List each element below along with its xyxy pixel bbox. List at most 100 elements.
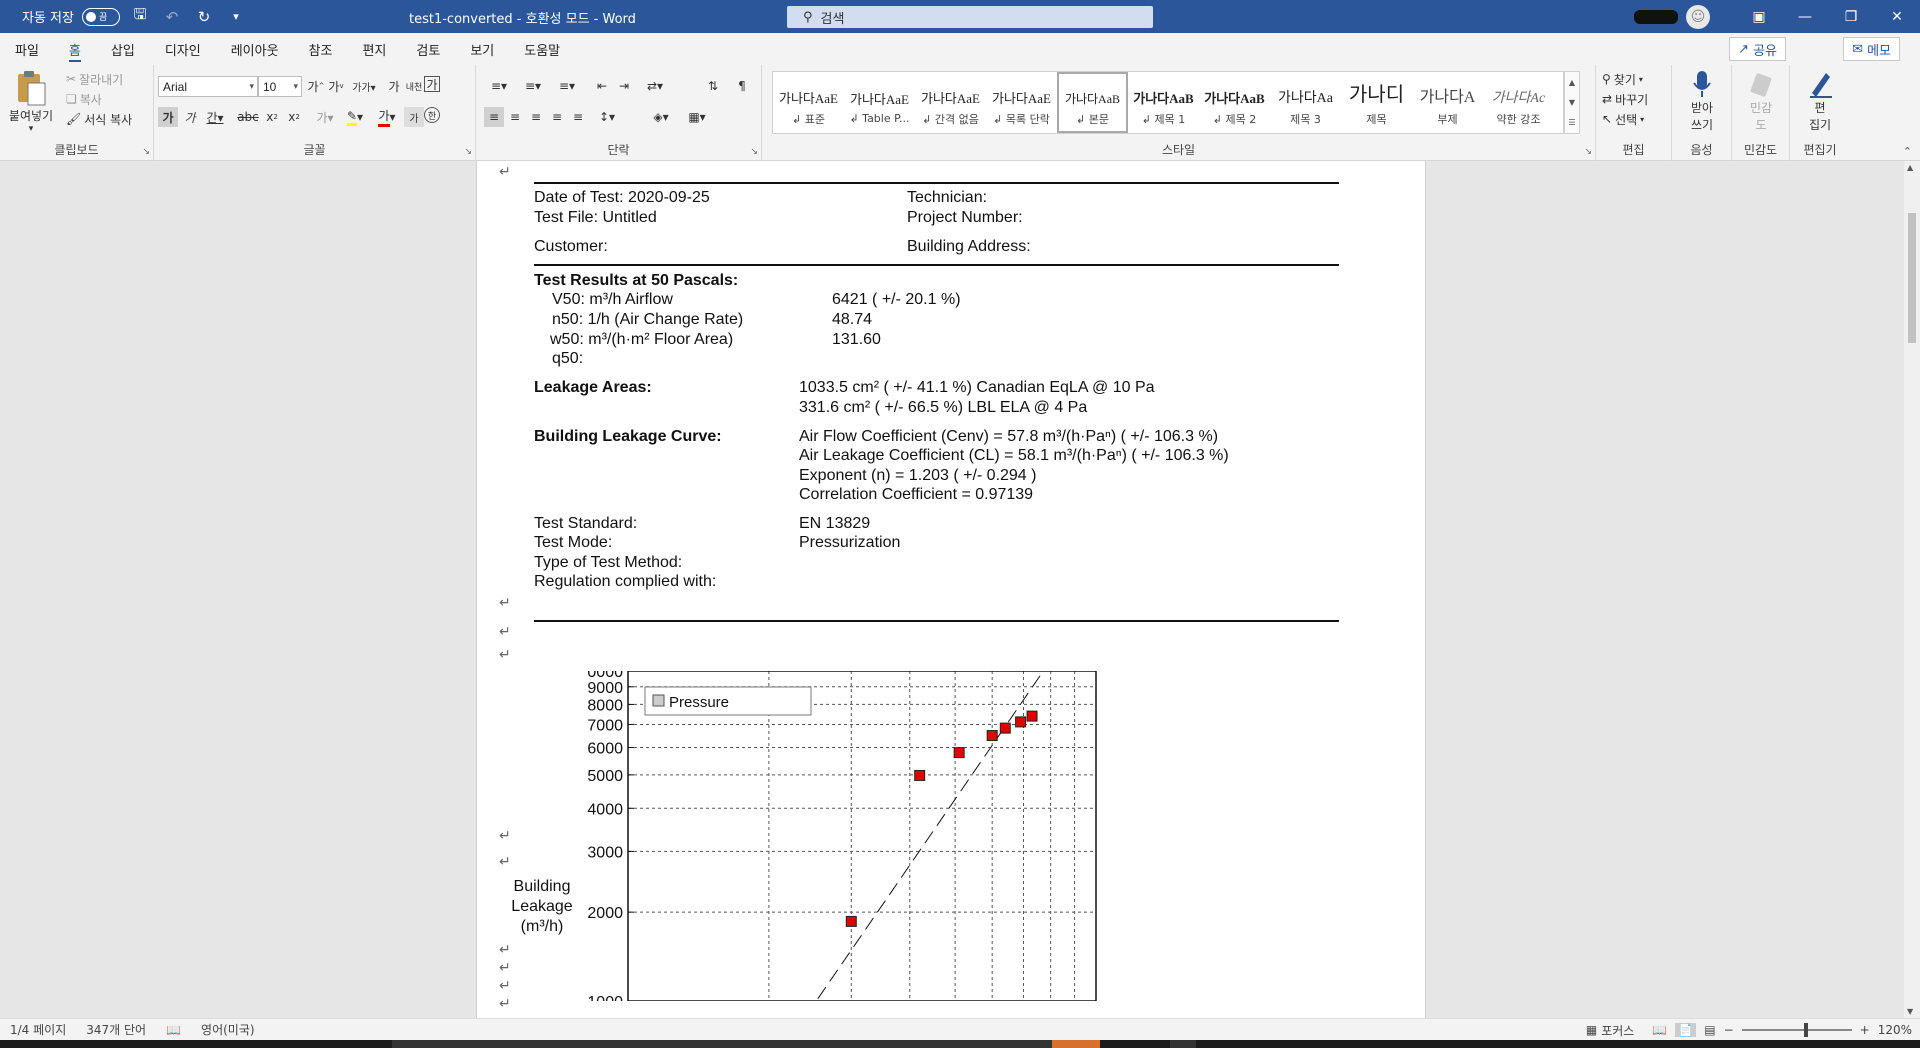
shading-icon[interactable]: ◈▾ [648, 107, 674, 127]
styles-group: 스타일 ↘ [762, 65, 1596, 161]
search-box[interactable]: ⚲ 검색 [787, 6, 1153, 28]
zoom-out-icon[interactable]: − [1724, 1023, 1734, 1037]
comments-button[interactable]: ✉ 메모 [1843, 37, 1900, 61]
replace-button[interactable]: ⇄ 바꾸기 [1602, 89, 1648, 109]
font-size-combo[interactable]: 10 ▾ [258, 76, 302, 97]
data-point [1015, 716, 1027, 728]
enclose-char-icon[interactable]: 가 [424, 76, 440, 92]
avatar[interactable]: ☺ [1686, 4, 1710, 29]
dialog-launcher-icon[interactable]: ↘ [142, 147, 150, 157]
taskbar-app[interactable] [1170, 1040, 1196, 1048]
distributed-button[interactable]: ≡ [568, 107, 588, 127]
format-painter-button[interactable]: 🖌 서식 복사 [66, 109, 132, 129]
bold-button[interactable]: 가 [158, 107, 178, 127]
print-layout-icon[interactable]: 📄 [1675, 1023, 1697, 1037]
tab-mailings[interactable]: 편지 [347, 33, 401, 65]
tab-help[interactable]: 도움말 [509, 33, 575, 65]
align-right-button[interactable]: ≡ [526, 107, 546, 127]
bullets-icon[interactable]: ≡▾ [486, 76, 512, 96]
autosave-toggle[interactable]: 끔 [81, 7, 120, 26]
show-marks-icon[interactable]: ¶ [732, 76, 752, 96]
document-page[interactable]: ↵ Date of Test: 2020-09-25 Test File: Un… [476, 161, 1426, 1018]
proofing-icon[interactable]: 📖 [156, 1023, 191, 1037]
document-area: ↵ Date of Test: 2020-09-25 Test File: Un… [0, 161, 1904, 1018]
underline-button[interactable]: 간▾ [202, 107, 228, 127]
tab-layout[interactable]: 레이아웃 [216, 33, 294, 65]
find-button[interactable]: ⚲ 찾기 ▾ [1602, 69, 1648, 89]
vertical-scrollbar[interactable]: ▲ ▼ [1904, 161, 1920, 1018]
chevron-down-icon: ▾ [293, 81, 298, 91]
zoom-in-icon[interactable]: + [1860, 1023, 1870, 1037]
undo-icon[interactable]: ↶ [160, 6, 184, 28]
align-center-button[interactable]: ≡ [505, 107, 525, 127]
tab-references[interactable]: 참조 [294, 33, 348, 65]
tab-file[interactable]: 파일 [0, 33, 54, 65]
increase-indent-icon[interactable]: ⇥ [614, 76, 634, 96]
share-button[interactable]: ↗ 공유 [1729, 37, 1786, 61]
word-count[interactable]: 347개 단어 [76, 1021, 156, 1038]
superscript-button[interactable]: x2 [284, 107, 304, 127]
clear-formatting-icon[interactable]: 가 [384, 76, 404, 96]
tab-insert[interactable]: 삽입 [96, 33, 150, 65]
editor-button[interactable]: 편 집기 [1796, 69, 1844, 133]
select-button[interactable]: ↖ 선택 ▾ [1602, 109, 1648, 129]
justify-button[interactable]: ≡ [547, 107, 567, 127]
read-mode-icon[interactable]: 📖 [1652, 1023, 1667, 1037]
borders-icon[interactable]: ▦▾ [684, 107, 710, 127]
web-layout-icon[interactable]: ▤ [1704, 1023, 1715, 1037]
italic-button[interactable]: 가 [180, 107, 200, 127]
focus-button[interactable]: ▦ 포커스 [1576, 1022, 1644, 1039]
char-shading-icon[interactable]: 가 [404, 107, 424, 127]
copy-button[interactable]: ❏ 복사 [66, 89, 132, 109]
phonetic-guide-icon[interactable]: 내천 [404, 76, 424, 96]
tab-view[interactable]: 보기 [455, 33, 509, 65]
sort-icon[interactable]: ⇅ [700, 76, 726, 96]
minimize-button[interactable]: — [1782, 0, 1828, 33]
data-point [953, 747, 965, 759]
cut-button[interactable]: ✂ 잘라내기 [66, 69, 132, 89]
grow-font-icon[interactable]: 가 ^ [306, 76, 326, 96]
change-case-icon[interactable]: 가가▾ [350, 76, 378, 96]
numbering-icon[interactable]: ≡▾ [520, 76, 546, 96]
tab-home[interactable]: 홈 [54, 33, 96, 65]
text-effects-icon[interactable]: 가▾ [312, 107, 338, 127]
font-name-combo[interactable]: Arial ▾ [158, 76, 258, 97]
zoom-level[interactable]: 120% [1878, 1023, 1912, 1037]
strikethrough-button[interactable]: abc [236, 107, 260, 127]
tab-design[interactable]: 디자인 [150, 33, 216, 65]
taskbar-app[interactable] [392, 1040, 1052, 1048]
redo-icon[interactable]: ↻ [192, 6, 216, 28]
collapse-ribbon-icon[interactable]: ⌃ [1903, 145, 1912, 158]
zoom-slider-knob[interactable] [1803, 1023, 1808, 1037]
align-left-button[interactable]: ≡ [484, 107, 504, 127]
enclose-circle-icon[interactable]: 한 [424, 107, 440, 123]
dialog-launcher-icon[interactable]: ↘ [1584, 147, 1592, 157]
customize-toolbar-icon[interactable]: ▾ [224, 6, 248, 28]
multilevel-list-icon[interactable]: ≡▾ [554, 76, 580, 96]
save-icon[interactable]: 🖫 [128, 5, 152, 28]
dialog-launcher-icon[interactable]: ↘ [464, 147, 472, 157]
scroll-down-icon[interactable]: ▼ [1907, 1007, 1913, 1016]
ribbon-display-options-icon[interactable]: ▣ [1736, 0, 1782, 33]
text-direction-icon[interactable]: ⇄▾ [642, 76, 668, 96]
decrease-indent-icon[interactable]: ⇤ [592, 76, 612, 96]
page-count[interactable]: 1/4 페이지 [0, 1021, 76, 1038]
dictate-button[interactable]: 받아 쓰기 [1678, 69, 1726, 133]
line-spacing-icon[interactable]: ↕▾ [594, 107, 620, 127]
dialog-launcher-icon[interactable]: ↘ [750, 147, 758, 157]
scroll-up-icon[interactable]: ▲ [1907, 163, 1913, 172]
highlight-icon[interactable]: ✎ ▾ [340, 107, 370, 127]
zoom-slider[interactable] [1741, 1023, 1852, 1037]
paste-button[interactable]: 붙여넣기 ▾ [6, 69, 56, 134]
sensitivity-button[interactable]: 민감 도 [1738, 69, 1784, 133]
close-button[interactable]: ✕ [1874, 0, 1920, 33]
subscript-button[interactable]: x2 [262, 107, 282, 127]
scrollbar-thumb[interactable] [1908, 213, 1916, 343]
language[interactable]: 영어(미국) [191, 1021, 265, 1038]
tab-review[interactable]: 검토 [401, 33, 455, 65]
shrink-font-icon[interactable]: 가v [326, 76, 346, 96]
font-color-icon[interactable]: 가 ▾ [372, 107, 402, 127]
restore-button[interactable]: ❐ [1828, 0, 1874, 33]
taskbar-app[interactable] [1052, 1040, 1100, 1048]
leakage-curve-line: Air Leakage Coefficient (CL) = 58.1 m³/(… [799, 447, 1229, 464]
